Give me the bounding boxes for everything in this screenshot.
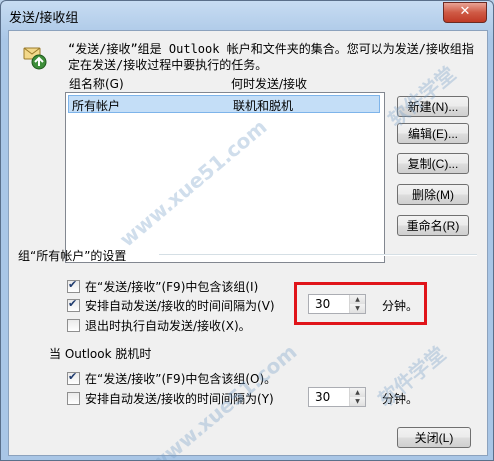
edit-button[interactable]: 编辑(E)... xyxy=(397,123,469,144)
offline-interval-spinner[interactable]: 30 ▲ ▼ xyxy=(308,387,366,407)
offline-minutes-unit-label: 分钟。 xyxy=(382,392,419,406)
offline-include-checkbox[interactable] xyxy=(67,370,80,385)
include-group-checkbox[interactable] xyxy=(67,278,80,293)
exit-send-label: 退出时执行自动发送/接收(X)。 xyxy=(85,319,251,333)
delete-button[interactable]: 删除(M) xyxy=(397,184,469,205)
offline-auto-label: 安排自动发送/接收的时间间隔为(Y) xyxy=(85,392,274,406)
offline-include-label: 在“发送/接收”(F9)中包含该组(O)。 xyxy=(85,372,277,386)
window-close-button[interactable]: ✕ xyxy=(443,2,487,23)
list-item-when: 联机和脱机 xyxy=(233,99,294,113)
dialog-description: “发送/接收”组是 Outlook 帐户和文件夹的集合。您可以为发送/接收组指定… xyxy=(68,42,474,72)
annotation-highlight-box xyxy=(294,282,427,325)
section-divider xyxy=(159,254,477,256)
auto-send-checkbox[interactable] xyxy=(67,297,80,312)
online-settings-heading: 组“所有帐户”的设置 xyxy=(18,249,127,263)
title-bar[interactable]: 发送/接收组 ✕ xyxy=(1,1,493,31)
dialog-window: 发送/接收组 ✕ “发送/接收”组是 Outlook 帐户和文件夹的集合。您可以… xyxy=(0,0,494,461)
new-button[interactable]: 新建(N)... xyxy=(397,96,469,117)
offline-interval-value[interactable]: 30 xyxy=(315,390,330,404)
offline-settings-heading: 当 Outlook 脱机时 xyxy=(49,347,152,361)
column-header-when[interactable]: 何时发送/接收 xyxy=(231,75,307,92)
spinner-arrows: ▲ ▼ xyxy=(349,388,365,406)
column-header-group-name[interactable]: 组名称(G) xyxy=(69,75,124,92)
copy-button[interactable]: 复制(C)... xyxy=(397,153,469,174)
spinner-down-icon[interactable]: ▼ xyxy=(350,397,365,406)
exit-send-checkbox[interactable] xyxy=(67,319,80,332)
send-receive-icon xyxy=(23,47,47,70)
list-item-name: 所有帐户 xyxy=(72,99,121,113)
offline-auto-checkbox[interactable] xyxy=(67,392,80,405)
group-list[interactable]: 所有帐户 联机和脱机 xyxy=(65,92,385,263)
window-title: 发送/接收组 xyxy=(9,11,79,26)
include-group-label: 在“发送/接收”(F9)中包含该组(I) xyxy=(85,280,259,294)
dialog-client-area: “发送/接收”组是 Outlook 帐户和文件夹的集合。您可以为发送/接收组指定… xyxy=(8,30,488,456)
auto-send-label: 安排自动发送/接收的时间间隔为(V) xyxy=(85,299,275,313)
rename-button[interactable]: 重命名(R) xyxy=(397,215,469,236)
close-button[interactable]: 关闭(L) xyxy=(397,427,471,448)
list-item[interactable]: 所有帐户 联机和脱机 xyxy=(68,95,380,113)
